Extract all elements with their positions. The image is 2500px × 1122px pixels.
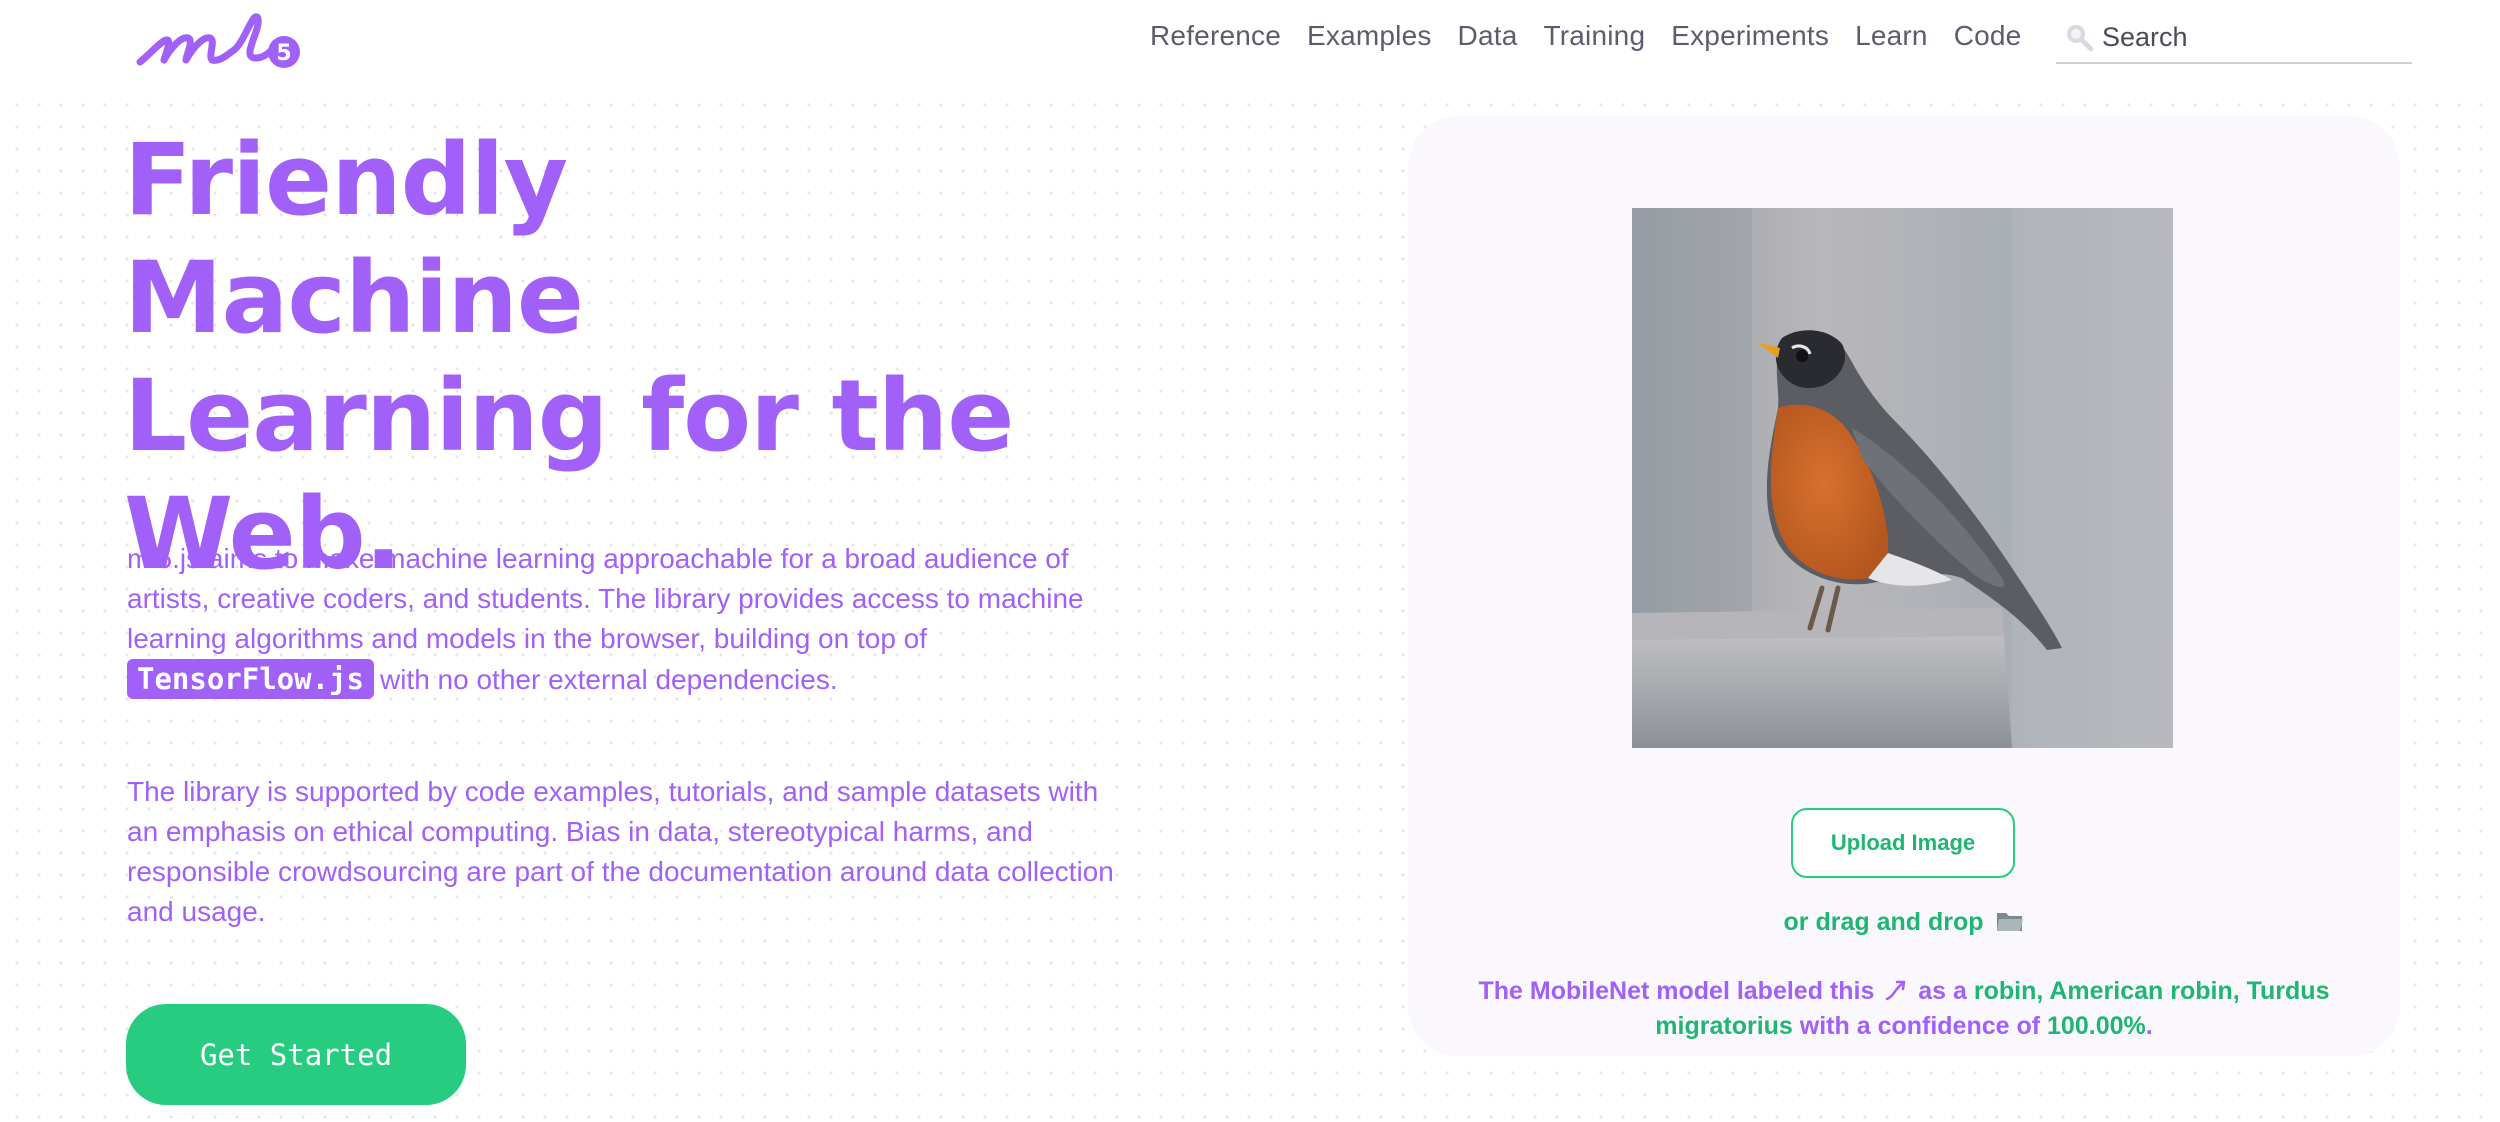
- nav-examples[interactable]: Examples: [1307, 20, 1432, 52]
- result-prefix: The MobileNet model labeled this: [1478, 977, 1875, 1005]
- curved-arrow-icon: [1886, 980, 1906, 1001]
- nav-data[interactable]: Data: [1458, 20, 1518, 52]
- classification-result: The MobileNet model labeled this as a ro…: [1470, 974, 2338, 1044]
- nav-experiments[interactable]: Experiments: [1671, 20, 1829, 52]
- nav-learn[interactable]: Learn: [1855, 20, 1928, 52]
- site-header: 5 Reference Examples Data Training Exper…: [0, 0, 2500, 92]
- intro-text-end: with no other external dependencies.: [379, 664, 838, 695]
- result-confidence: 100.00%: [2047, 1012, 2146, 1040]
- page-title: Friendly Machine Learning for the Web.: [124, 122, 1024, 594]
- drag-drop-hint[interactable]: or drag and drop: [1408, 908, 2400, 937]
- main-nav: Reference Examples Data Training Experim…: [1150, 14, 2021, 58]
- ethics-paragraph: The library is supported by code example…: [127, 776, 1114, 927]
- intro-paragraph: ml5.js aims to make machine learning app…: [127, 539, 1137, 700]
- folder-icon: [1997, 913, 2024, 931]
- result-confidence-prefix: with a confidence of: [1799, 1012, 2041, 1040]
- title-line: Learning for the: [124, 359, 1014, 474]
- nav-code[interactable]: Code: [1954, 20, 2022, 52]
- nav-training[interactable]: Training: [1544, 20, 1646, 52]
- search-box: [2056, 12, 2412, 64]
- intro-text: ml5.js aims to make machine learning app…: [127, 543, 1084, 654]
- tensorflow-badge[interactable]: TensorFlow.js: [127, 659, 374, 699]
- svg-text:5: 5: [276, 41, 291, 66]
- search-input[interactable]: [2102, 21, 2402, 53]
- nav-reference[interactable]: Reference: [1150, 20, 1281, 52]
- result-middle: as a: [1918, 977, 1967, 1005]
- title-line: Friendly Machine: [124, 123, 584, 356]
- search-icon: [2067, 25, 2094, 52]
- ml5-logo[interactable]: 5: [136, 6, 306, 72]
- upload-image-button[interactable]: Upload Image: [1791, 808, 2015, 878]
- robin-image: [1632, 208, 2173, 748]
- get-started-button[interactable]: Get Started: [126, 1004, 466, 1105]
- result-end: .: [2145, 1012, 2153, 1040]
- drag-drop-label: or drag and drop: [1783, 908, 1984, 936]
